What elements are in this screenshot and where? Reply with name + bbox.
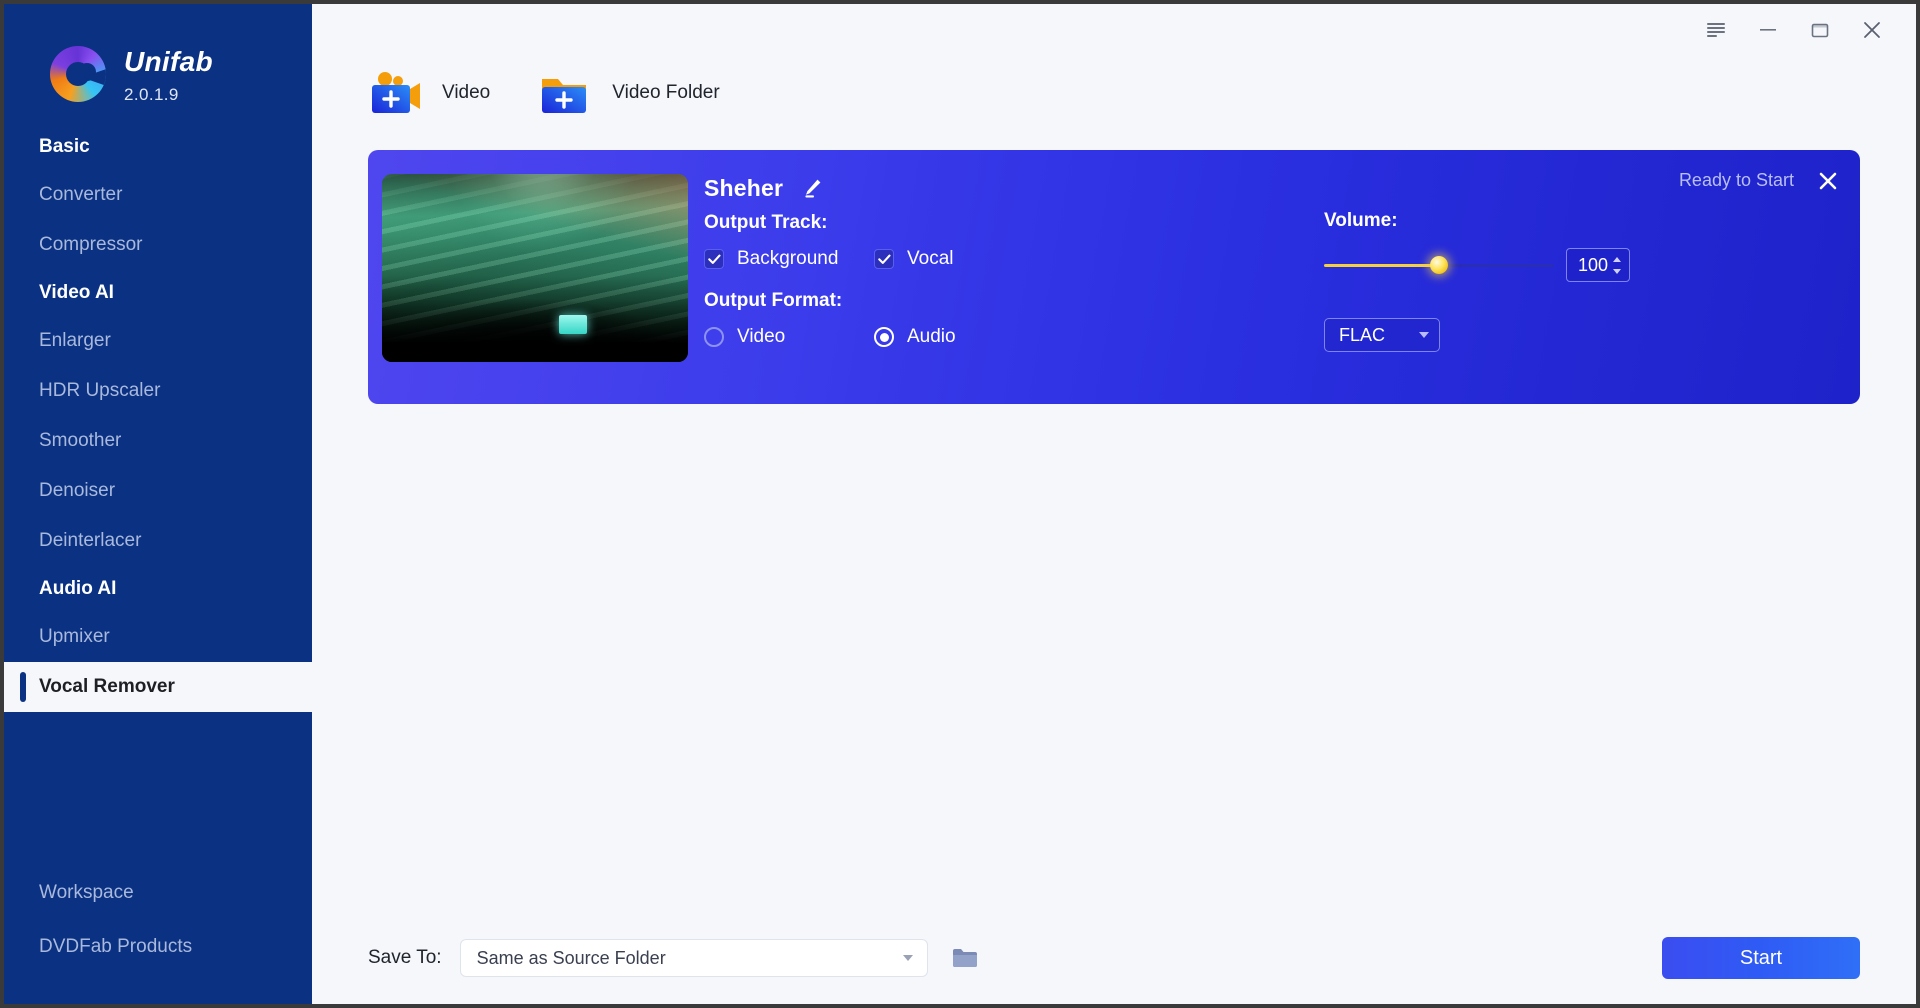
check-icon — [704, 249, 724, 269]
checkbox-vocal-label: Vocal — [907, 248, 953, 270]
radio-unselected-icon — [704, 327, 724, 347]
sidebar-item-smoother[interactable]: Smoother — [4, 416, 312, 466]
sidebar-item-converter[interactable]: Converter — [4, 170, 312, 220]
add-video-folder-button[interactable]: Video Folder — [538, 69, 719, 117]
output-format-label: Output Format: — [704, 290, 1840, 312]
stepper-arrows — [1613, 257, 1629, 274]
checkbox-background[interactable]: Background — [704, 248, 874, 270]
format-select[interactable]: FLAC — [1324, 318, 1440, 352]
chevron-down-icon — [1419, 332, 1429, 338]
radio-selected-icon — [874, 327, 894, 347]
sidebar-group-audio-ai: Audio AI — [4, 566, 312, 612]
sidebar-item-vocal-remover[interactable]: Vocal Remover — [4, 662, 312, 712]
sidebar-item-enlarger[interactable]: Enlarger — [4, 316, 312, 366]
sidebar-spacer — [4, 712, 312, 866]
sidebar-item-denoiser[interactable]: Denoiser — [4, 466, 312, 516]
sidebar-nav: Basic Converter Compressor Video AI Enla… — [4, 108, 312, 712]
sidebar-item-hdr-upscaler[interactable]: HDR Upscaler — [4, 366, 312, 416]
checkbox-background-label: Background — [737, 248, 838, 270]
output-format-options: Video Audio — [704, 326, 1840, 348]
add-video-folder-icon — [538, 69, 592, 117]
radio-audio-label: Audio — [907, 326, 956, 348]
sidebar-group-video-ai: Video AI — [4, 270, 312, 316]
browse-folder-button[interactable] — [946, 939, 984, 977]
job-list: Sheher Output Track: — [312, 126, 1916, 404]
radio-video[interactable]: Video — [704, 326, 874, 348]
chevron-down-icon — [903, 955, 913, 961]
radio-video-label: Video — [737, 326, 785, 348]
save-to-value: Same as Source Folder — [477, 948, 666, 969]
minimize-icon[interactable] — [1742, 10, 1794, 50]
add-source-toolbar: Video Video Folder — [312, 56, 1916, 126]
check-icon — [874, 249, 894, 269]
main-content: Video Video Folder — [312, 4, 1916, 1004]
brand-logo: Unifab 2.0.1.9 — [4, 4, 312, 108]
titlebar — [312, 4, 1916, 56]
output-track-label: Output Track: — [704, 212, 1840, 234]
video-thumbnail[interactable] — [382, 174, 688, 362]
start-button[interactable]: Start — [1662, 937, 1860, 979]
job-status-row: Ready to Start — [1679, 170, 1838, 191]
checkbox-vocal[interactable]: Vocal — [874, 248, 953, 270]
sidebar-bottom-nav: Workspace DVDFab Products — [4, 866, 312, 1004]
application-window: Unifab 2.0.1.9 Basic Converter Compresso… — [4, 4, 1916, 1004]
pencil-icon[interactable] — [801, 177, 823, 199]
bottom-bar: Save To: Same as Source Folder Start — [312, 912, 1916, 1004]
slider-knob[interactable] — [1430, 256, 1448, 274]
add-video-label: Video — [442, 82, 490, 104]
volume-stepper[interactable]: 100 — [1566, 248, 1630, 282]
radio-audio[interactable]: Audio — [874, 326, 956, 348]
sidebar-item-upmixer[interactable]: Upmixer — [4, 612, 312, 662]
volume-value[interactable]: 100 — [1567, 255, 1613, 276]
save-to-select[interactable]: Same as Source Folder — [460, 939, 928, 977]
job-card: Sheher Output Track: — [368, 150, 1860, 404]
add-video-button[interactable]: Video — [368, 69, 490, 117]
add-video-folder-label: Video Folder — [612, 82, 719, 104]
chevron-down-icon[interactable] — [1613, 269, 1621, 274]
thumbnail-crowd — [382, 276, 688, 362]
sidebar-group-basic: Basic — [4, 124, 312, 170]
job-details: Sheher Output Track: — [704, 172, 1840, 388]
job-title: Sheher — [704, 175, 783, 202]
sidebar-item-workspace[interactable]: Workspace — [4, 866, 312, 920]
brand-version: 2.0.1.9 — [124, 85, 213, 105]
volume-label: Volume: — [1324, 210, 1630, 232]
audio-settings: Volume: 100 — [1324, 172, 1630, 352]
sidebar-item-dvdfab-products[interactable]: DVDFab Products — [4, 920, 312, 974]
sidebar-item-deinterlacer[interactable]: Deinterlacer — [4, 516, 312, 566]
slider-fill — [1324, 264, 1439, 267]
folder-icon — [952, 947, 978, 969]
brand-name: Unifab — [124, 48, 213, 76]
thumbnail-phone-screen — [559, 315, 587, 334]
close-icon[interactable] — [1846, 10, 1898, 50]
remove-job-close-icon[interactable] — [1818, 171, 1838, 191]
maximize-icon[interactable] — [1794, 10, 1846, 50]
chevron-up-icon[interactable] — [1613, 257, 1621, 262]
menu-icon[interactable] — [1690, 10, 1742, 50]
volume-slider[interactable] — [1324, 254, 1554, 276]
save-to-label: Save To: — [368, 947, 442, 969]
format-select-value: FLAC — [1339, 325, 1385, 346]
add-video-icon — [368, 69, 422, 117]
sidebar-item-compressor[interactable]: Compressor — [4, 220, 312, 270]
status-badge: Ready to Start — [1679, 170, 1794, 191]
sidebar: Unifab 2.0.1.9 Basic Converter Compresso… — [4, 4, 312, 1004]
output-track-options: Background Vocal — [704, 248, 1840, 270]
unifab-logo-icon — [50, 46, 106, 102]
